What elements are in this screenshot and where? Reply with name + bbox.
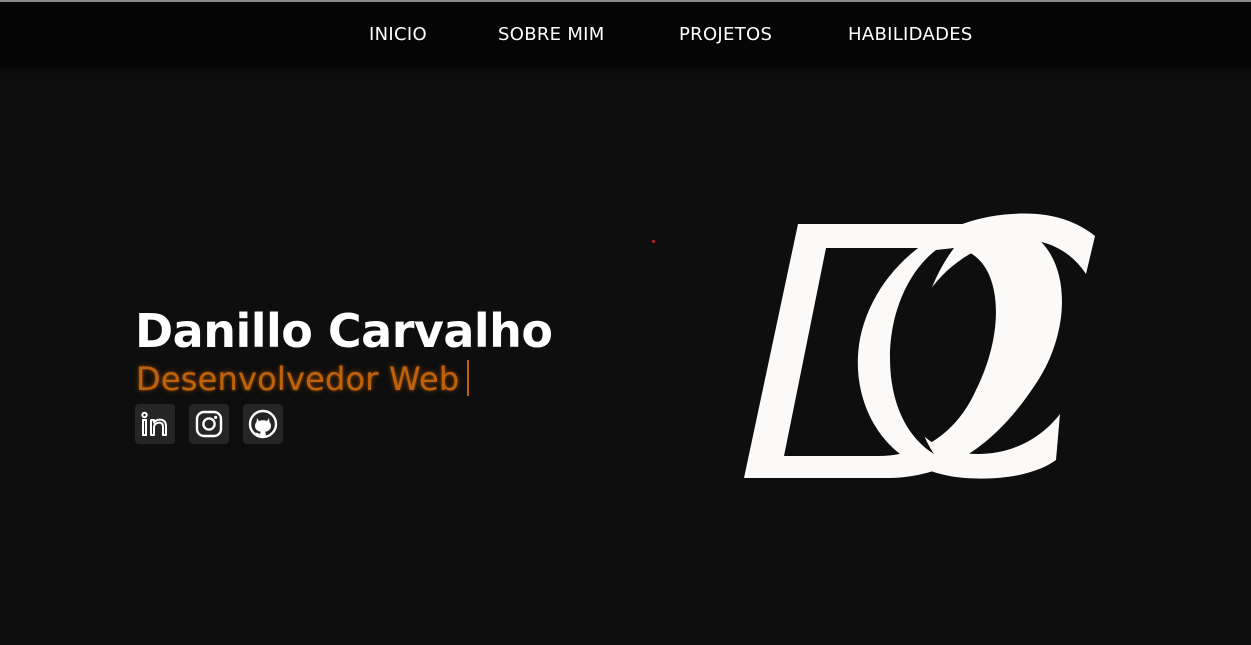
linkedin-icon [141,411,167,436]
nav-link-projetos[interactable]: PROJETOS [679,24,772,45]
top-navbar: INICIO SOBRE MIM PROJETOS HABILIDADES [0,0,1251,68]
typing-caret [467,360,470,396]
hero-name: Danillo Carvalho [135,304,553,358]
instagram-button[interactable] [189,404,229,444]
nav-link-sobre-mim[interactable]: SOBRE MIM [498,24,605,45]
linkedin-button[interactable] [135,404,175,444]
github-icon [248,409,278,439]
nav-link-habilidades[interactable]: HABILIDADES [848,24,973,45]
instagram-icon [195,410,223,438]
accent-dot [652,240,655,243]
nav-link-inicio[interactable]: INICIO [369,24,427,45]
dc-logo-icon [744,213,1095,479]
hero-role-line: Desenvolvedor Web [136,360,470,398]
page: INICIO SOBRE MIM PROJETOS HABILIDADES Da… [0,0,1251,645]
github-button[interactable] [243,404,283,444]
hero-role: Desenvolvedor Web [136,360,460,398]
